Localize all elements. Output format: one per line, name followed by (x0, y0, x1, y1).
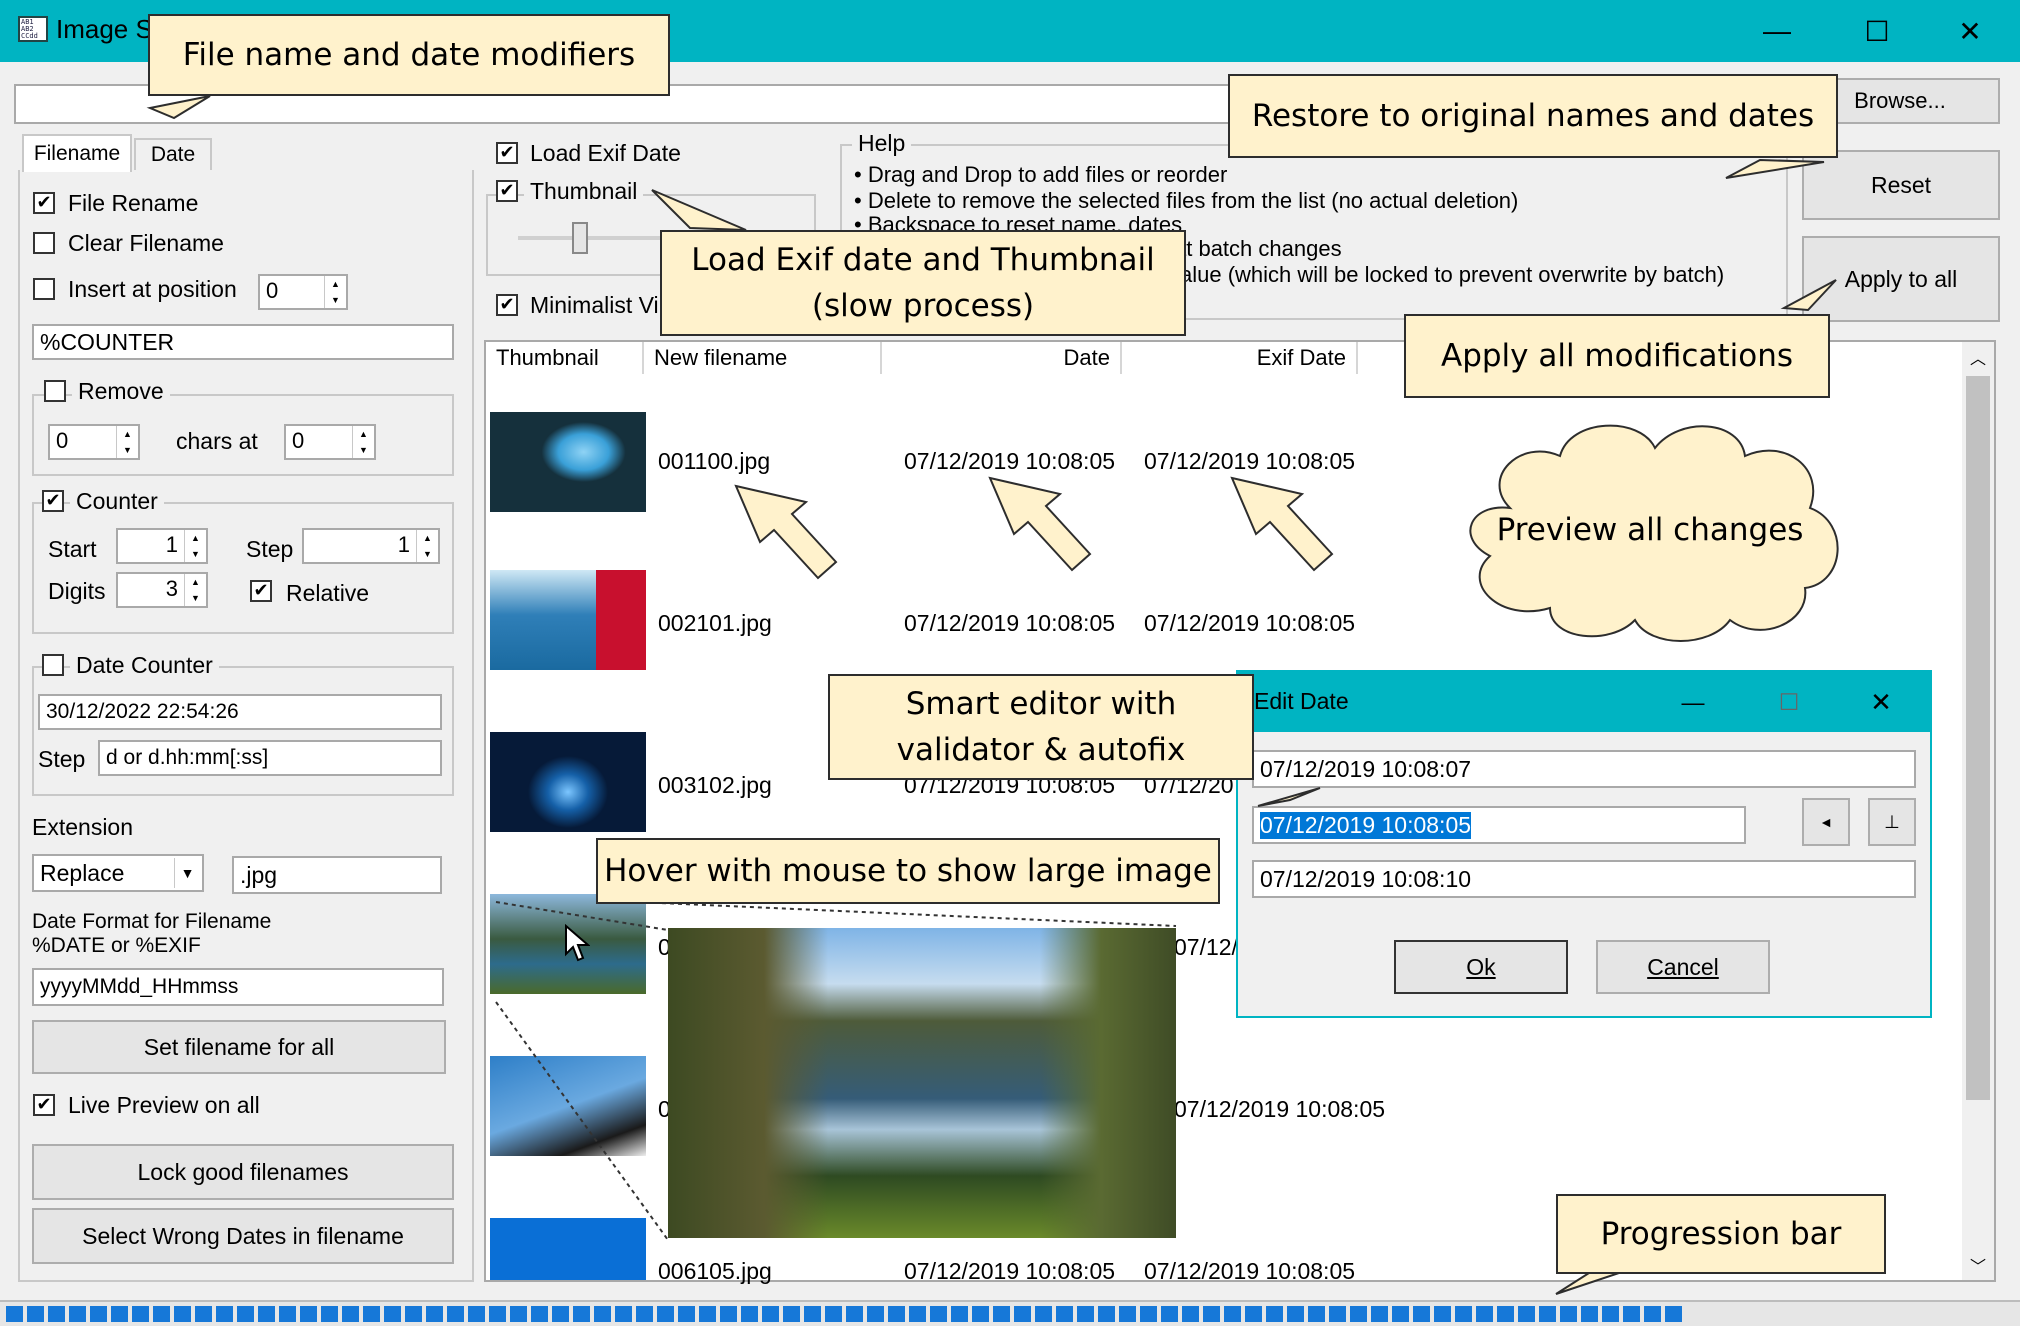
callout-hover: Hover with mouse to show large image (596, 838, 1220, 904)
callout-apply-all: Apply all modifications (1404, 314, 1830, 398)
callout-smart-editor-line-1: Smart editor with (905, 686, 1177, 722)
callout-preview: Preview all changes (1496, 512, 1804, 548)
callout-progress: Progression bar (1556, 1194, 1886, 1274)
callout-exif-line-1: Load Exif date and Thumbnail (691, 242, 1155, 278)
callout-exif-thumbnail: Load Exif date and Thumbnail (slow proce… (660, 230, 1186, 336)
callout-smart-editor-line-2: validator & autofix (896, 732, 1186, 768)
callout-modifiers: File name and date modifiers (148, 14, 670, 96)
callout-exif-line-2: (slow process) (811, 288, 1035, 324)
annotation-arrows (146, 95, 1837, 1295)
callout-restore: Restore to original names and dates (1228, 74, 1838, 158)
callout-smart-editor: Smart editor with validator & autofix (828, 674, 1254, 780)
